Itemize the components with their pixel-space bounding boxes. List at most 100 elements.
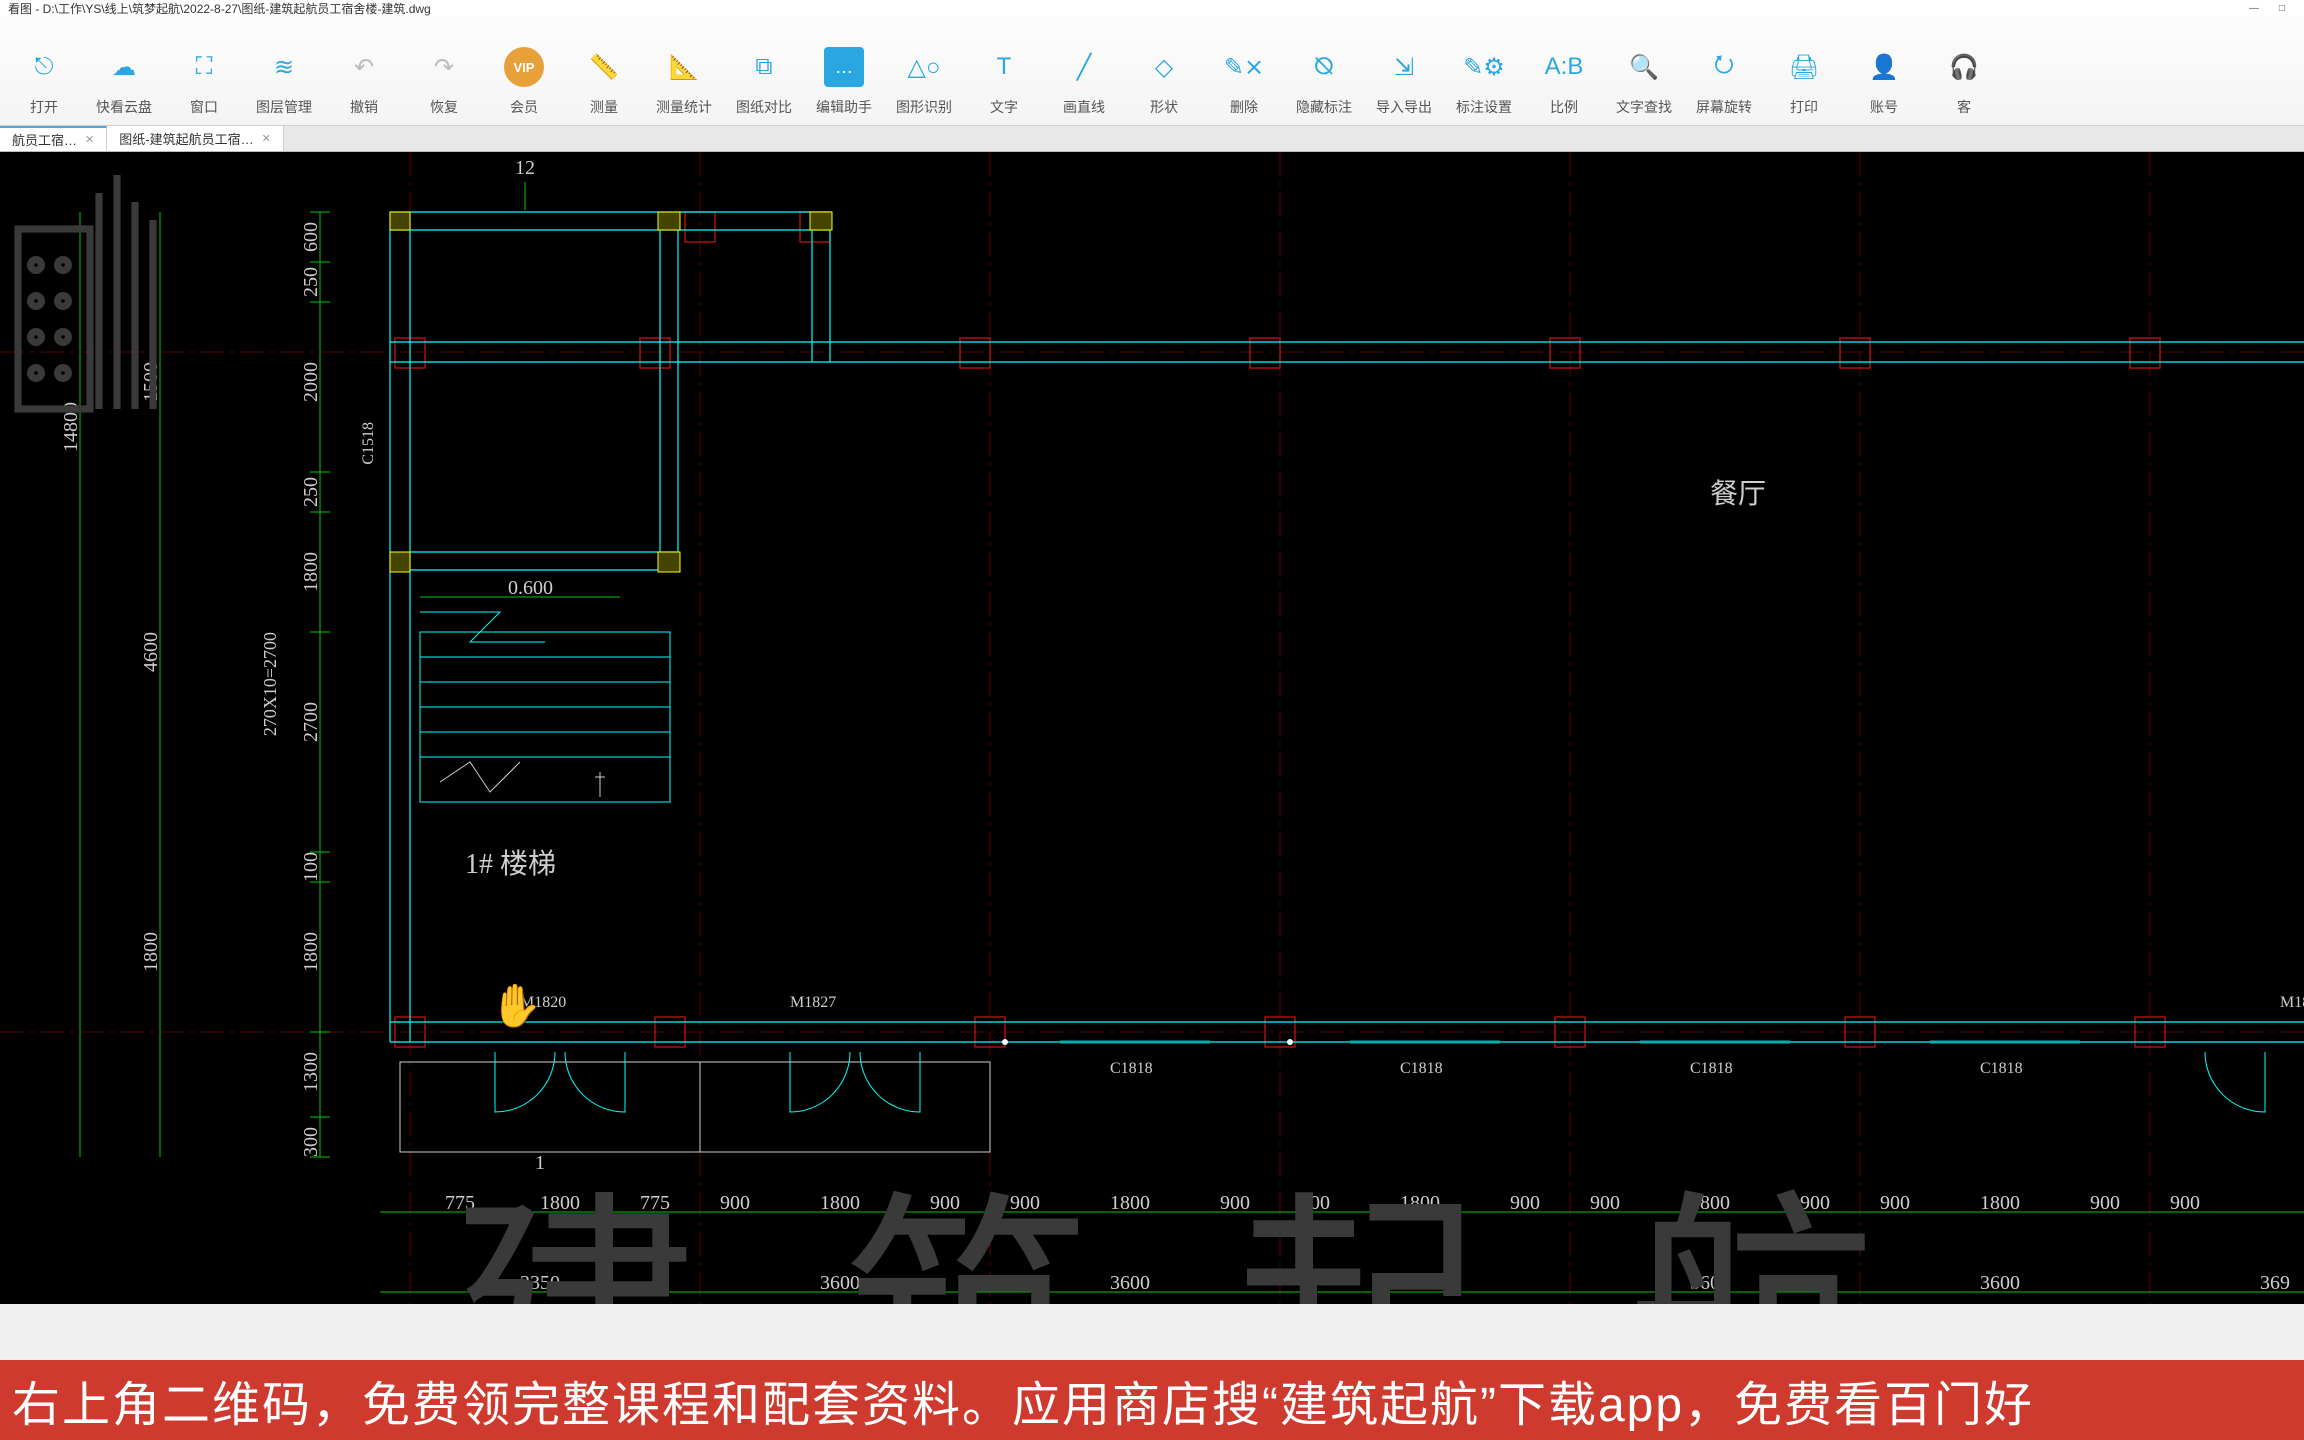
compare-icon: ⧉ [744, 47, 784, 87]
maximize-button[interactable]: □ [2268, 1, 2296, 15]
account-label: 账号 [1870, 97, 1898, 117]
drawing-canvas[interactable]: .wall { stroke:#00ffff; stroke-width:1.2… [0, 152, 2304, 1304]
promo-text: 右上角二维码，免费领完整课程和配套资料。应用商店搜“建筑起航”下载app，免费看… [12, 1365, 2034, 1435]
rotate-icon: ⭮ [1704, 47, 1744, 87]
shape-button[interactable]: ◇ 形状 [1124, 16, 1204, 125]
stair-detail [420, 612, 670, 802]
dim-l8: 1800 [300, 932, 323, 972]
redo-icon: ↷ [424, 47, 464, 87]
text-button[interactable]: T文字 [964, 16, 1044, 125]
dim-top-proj: 12 [515, 157, 535, 180]
print-icon: 🖨 [1784, 47, 1824, 87]
label-m1827: M1827 [790, 994, 836, 1012]
undo-button[interactable]: ↶ 撤销 [324, 16, 404, 125]
dim-l9: 1300 [300, 1052, 323, 1092]
cloud-button[interactable]: ☁ 快看云盘 [84, 16, 164, 125]
win-3: C1818 [1690, 1060, 1733, 1078]
undo-icon: ↶ [344, 47, 384, 87]
annosets-label: 标注设置 [1456, 97, 1512, 117]
measure-button[interactable]: 📏测量 [564, 16, 644, 125]
tab-label: 航员工宿… [12, 130, 77, 149]
delete-button[interactable]: ✎⨯删除 [1204, 16, 1284, 125]
minimize-button[interactable]: — [2240, 1, 2268, 15]
open-icon: ⎋ [24, 47, 64, 87]
undo-label: 撤销 [350, 97, 378, 117]
dim-top-seg: 0.600 [508, 577, 553, 600]
cloud-icon: ☁ [104, 47, 144, 87]
dim-l2: 2000 [300, 362, 323, 402]
document-tab-1[interactable]: 图纸-建筑起航员工宿… ✕ [107, 126, 284, 151]
print-button[interactable]: 🖨打印 [1764, 16, 1844, 125]
line-label: 画直线 [1063, 97, 1105, 117]
importexp-button[interactable]: ⇲ 导入导出 [1364, 16, 1444, 125]
compare-label: 图纸对比 [736, 97, 792, 117]
label-dining: 餐厅 [1710, 472, 1766, 512]
window-icon: ⛶ [184, 47, 224, 87]
annosets-button[interactable]: ✎⚙ 标注设置 [1444, 16, 1524, 125]
findtext-button[interactable]: 🔍文字查找 [1604, 16, 1684, 125]
close-tab-icon[interactable]: ✕ [85, 133, 94, 146]
service-button[interactable]: 🎧客 [1924, 16, 2004, 125]
vip-button[interactable]: VIP 会员 [484, 16, 564, 125]
document-tab-0[interactable]: 航员工宿… ✕ [0, 126, 107, 151]
dim-l0: 600 [300, 222, 323, 252]
editassist-button[interactable]: … 编辑助手 [804, 16, 884, 125]
measure-label: 测量 [590, 97, 618, 117]
dim-span-bottom: 1800 [140, 932, 163, 972]
win-2: C1818 [1400, 1060, 1443, 1078]
importexp-label: 导入导出 [1376, 97, 1432, 117]
window-button[interactable]: ⛶ 窗口 [164, 16, 244, 125]
annosets-icon: ✎⚙ [1464, 47, 1504, 87]
tab-label: 图纸-建筑起航员工宿… [119, 129, 253, 148]
measurestat-icon: 📐 [664, 47, 704, 87]
shapeid-button[interactable]: △○ 图形识别 [884, 16, 964, 125]
scale-button[interactable]: A:B 比例 [1524, 16, 1604, 125]
text-icon: T [984, 47, 1024, 87]
service-label: 客 [1957, 97, 1971, 117]
shape-label: 形状 [1150, 97, 1178, 117]
axis-1-top: 1 [535, 1152, 545, 1175]
shapeid-label: 图形识别 [896, 97, 952, 117]
scale-icon: A:B [1544, 47, 1584, 87]
tabbar: 航员工宿… ✕ 图纸-建筑起航员工宿… ✕ [0, 126, 2304, 152]
shape-icon: ◇ [1144, 47, 1184, 87]
vip-icon: VIP [504, 47, 544, 87]
line-icon: ╱ [1064, 47, 1104, 87]
titlebar: 看图 - D:\工作\YS\线上\筑梦起航\2022-8-27\图纸-建筑起航员… [0, 0, 2304, 16]
label-column: C1518 [360, 422, 378, 465]
window-label: 窗口 [190, 97, 218, 117]
hideanno-button[interactable]: ⦰隐藏标注 [1284, 16, 1364, 125]
dim-l10: 300 [300, 1127, 323, 1157]
open-button[interactable]: ⎋ 打开 [4, 16, 84, 125]
dim-calc: 270X10=2700 [260, 632, 281, 736]
importexp-icon: ⇲ [1384, 47, 1424, 87]
hideanno-label: 隐藏标注 [1296, 97, 1352, 117]
layers-icon: ≋ [264, 47, 304, 87]
close-tab-icon[interactable]: ✕ [262, 132, 271, 145]
win-1: C1818 [1110, 1060, 1153, 1078]
scale-label: 比例 [1550, 97, 1578, 117]
rotate-label: 屏幕旋转 [1696, 97, 1752, 117]
cad-svg: .wall { stroke:#00ffff; stroke-width:1.2… [0, 152, 2304, 1304]
measurestat-label: 测量统计 [656, 97, 712, 117]
redo-button[interactable]: ↷恢复 [404, 16, 484, 125]
cloud-label: 快看云盘 [96, 97, 152, 117]
measurestat-button[interactable]: 📐 测量统计 [644, 16, 724, 125]
toolbar: ⎋ 打开 ☁ 快看云盘 ⛶ 窗口 ≋ 图层管理 ↶ 撤销 ↷恢复 VIP 会员 📏测量 📐 测量统计 ⧉ 图纸对比… [0, 16, 2304, 126]
editassist-label: 编辑助手 [816, 97, 872, 117]
dim-l1: 250 [300, 267, 323, 297]
account-button[interactable]: 👤账号 [1844, 16, 1924, 125]
win-4: C1818 [1980, 1060, 2023, 1078]
rotate-button[interactable]: ⭮ 屏幕旋转 [1684, 16, 1764, 125]
layers-button[interactable]: ≋ 图层管理 [244, 16, 324, 125]
dim-l6: 2700 [300, 702, 323, 742]
vip-label: 会员 [510, 97, 538, 117]
shapeid-icon: △○ [904, 47, 944, 87]
editassist-icon: … [824, 47, 864, 87]
compare-button[interactable]: ⧉ 图纸对比 [724, 16, 804, 125]
dim-span-mid: 4600 [140, 632, 163, 672]
dim-l5: 1800 [300, 552, 323, 592]
layers-label: 图层管理 [256, 97, 312, 117]
open-label: 打开 [30, 97, 58, 117]
line-button[interactable]: ╱ 画直线 [1044, 16, 1124, 125]
